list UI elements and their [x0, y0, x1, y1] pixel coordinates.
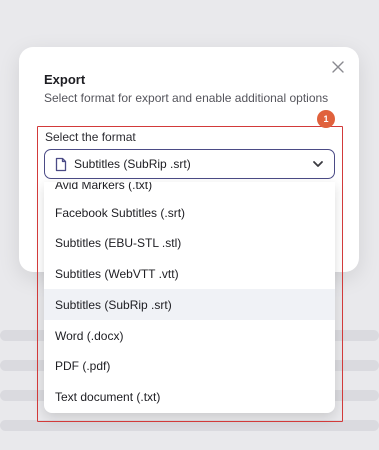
dialog-title: Export	[44, 72, 86, 87]
step-marker-badge: 1	[317, 110, 335, 128]
highlight-box	[37, 126, 343, 422]
close-icon	[332, 61, 344, 73]
dialog-subtitle: Select format for export and enable addi…	[44, 91, 329, 105]
close-button[interactable]	[330, 59, 346, 75]
